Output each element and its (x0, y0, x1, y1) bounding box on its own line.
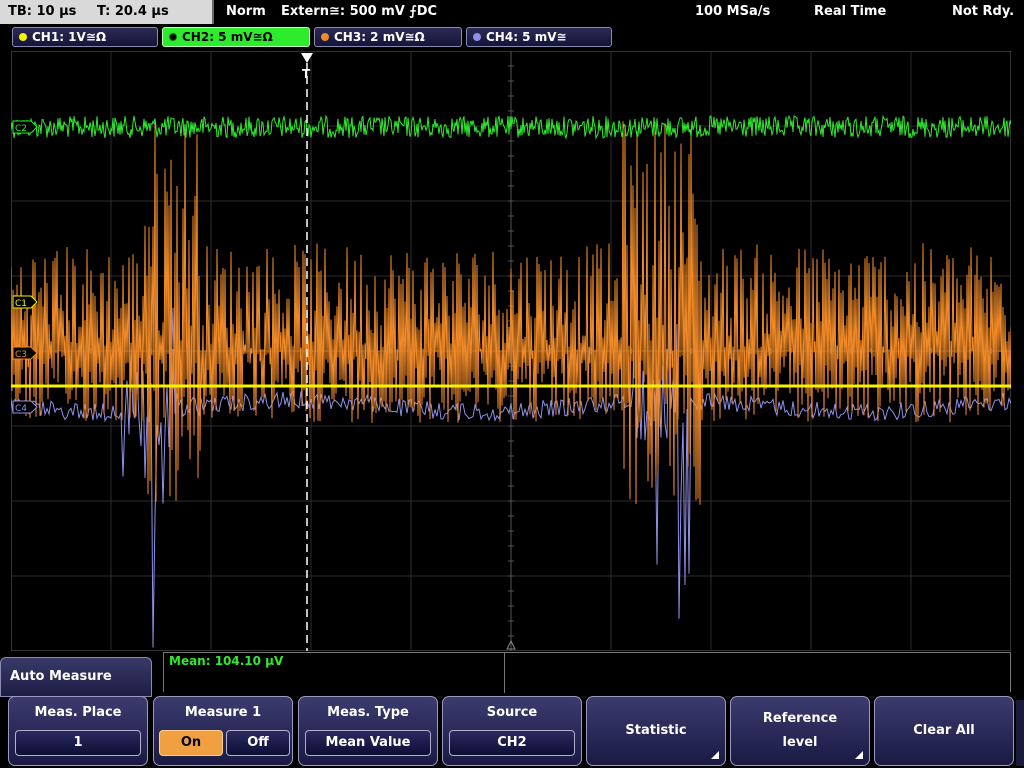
meas-place-value[interactable]: 1 (15, 730, 141, 756)
svg-text:C3: C3 (15, 350, 27, 360)
statistic-softkey[interactable]: Statistic (586, 696, 726, 766)
svg-text:C2: C2 (15, 124, 27, 134)
source-softkey[interactable]: Source CH2 (442, 696, 582, 766)
ch1-color-icon (19, 33, 27, 41)
source-label: Source (486, 705, 538, 720)
measure-1-label: Measure 1 (184, 705, 262, 720)
source-value[interactable]: CH2 (449, 730, 575, 756)
measurement-panel (163, 652, 1011, 693)
sample-rate: 100 MSa/s (695, 4, 771, 19)
waveform-display[interactable]: T C2 C1 C3 C4 (11, 51, 1011, 651)
svg-text:C1: C1 (15, 299, 27, 309)
acquisition-mode: Real Time (814, 4, 887, 19)
svg-text:C4: C4 (15, 404, 27, 414)
channel-tab-ch3[interactable]: CH3: 2 mV≅Ω (314, 27, 462, 47)
menu-scroll-indicator[interactable] (1016, 700, 1024, 766)
meas-type-softkey[interactable]: Meas. Type Mean Value (298, 696, 438, 766)
submenu-corner-icon (711, 751, 719, 759)
ch1-label: CH1: 1V≅Ω (32, 30, 107, 44)
menu-title: Auto Measure (0, 657, 152, 697)
trigger-source[interactable]: Extern≅: 500 mV ⨍DC (281, 0, 437, 24)
timebase-box[interactable]: TB: 10 µs T: 20.4 µs (0, 0, 214, 24)
statistic-label: Statistic (625, 723, 687, 738)
reference-level-label-line2: level (782, 735, 818, 750)
reference-level-label-line1: Reference (762, 711, 838, 726)
clear-all-label: Clear All (913, 723, 975, 738)
ch4-color-icon (473, 33, 481, 41)
timebase-value: TB: 10 µs (8, 4, 77, 19)
ch3-color-icon (321, 33, 329, 41)
ch3-label: CH3: 2 mV≅Ω (334, 30, 425, 44)
meas-type-label: Meas. Type (327, 705, 409, 720)
reference-level-softkey[interactable]: Reference level (730, 696, 870, 766)
clear-all-softkey[interactable]: Clear All (874, 696, 1014, 766)
channel-tab-ch4[interactable]: CH4: 5 mV≅ (466, 27, 612, 47)
ch4-label: CH4: 5 mV≅ (486, 30, 567, 44)
channel-tab-ch2[interactable]: CH2: 5 mV≅Ω (162, 27, 310, 47)
ch2-color-icon (169, 33, 177, 41)
measurement-result: Mean: 104.10 µV (169, 654, 284, 668)
meas-type-value[interactable]: Mean Value (305, 730, 431, 756)
measure-1-softkey[interactable]: Measure 1 On Off (153, 696, 293, 766)
status-bar: TB: 10 µs T: 20.4 µs Norm Extern≅: 500 m… (0, 0, 1024, 24)
measure-on-button[interactable]: On (159, 730, 223, 756)
meas-place-softkey[interactable]: Meas. Place 1 (8, 696, 148, 766)
submenu-corner-icon (855, 751, 863, 759)
meas-place-label: Meas. Place (34, 705, 122, 720)
channel-tab-ch1[interactable]: CH1: 1V≅Ω (12, 27, 158, 47)
trigger-marker-label: T (302, 67, 311, 81)
trigger-mode[interactable]: Norm (226, 0, 266, 24)
trigger-time-value: T: 20.4 µs (96, 4, 169, 19)
acquisition-state: Not Rdy. (952, 4, 1015, 19)
measure-off-button[interactable]: Off (226, 730, 290, 756)
ch2-label: CH2: 5 mV≅Ω (182, 30, 273, 44)
